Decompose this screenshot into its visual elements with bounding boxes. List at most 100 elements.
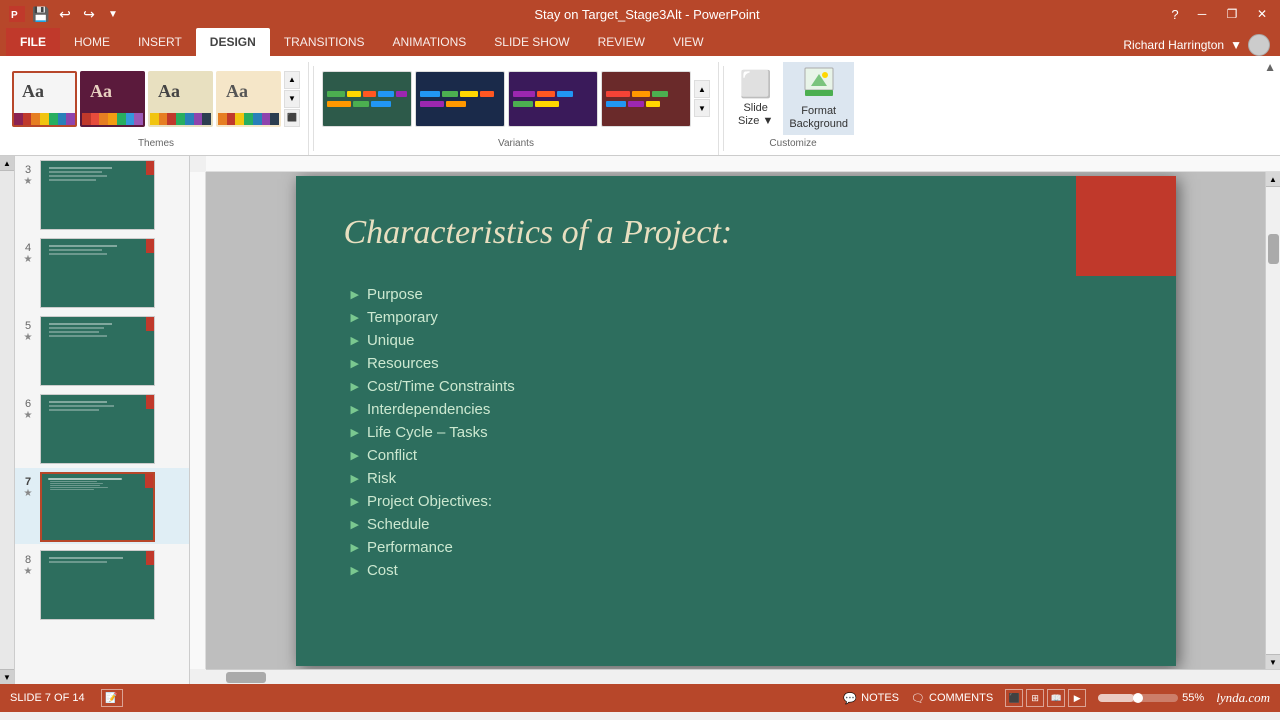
theme-scroll-down[interactable]: ▼ — [284, 90, 300, 108]
restore-button[interactable]: ❐ — [1218, 0, 1246, 28]
customize-quick-access-icon[interactable]: ▼ — [102, 3, 124, 25]
canvas-area: Characteristics of a Project: ▶ Purpose … — [190, 156, 1280, 684]
normal-view-btn[interactable]: ⬛ — [1005, 689, 1023, 707]
slide-num-4: 4 — [25, 242, 31, 254]
right-scrollbar: ▲ ▼ — [1265, 172, 1280, 669]
slide-num-5: 5 — [25, 320, 31, 332]
theme-thumb-4[interactable]: Aa — [216, 71, 281, 127]
tab-animations[interactable]: ANIMATIONS — [378, 28, 480, 56]
variant-thumb-1[interactable] — [322, 71, 412, 127]
reading-view-btn[interactable]: 📖 — [1047, 689, 1065, 707]
slide-star-3: ★ — [24, 176, 33, 187]
slide-star-8: ★ — [24, 566, 33, 577]
slide-preview-8 — [40, 550, 155, 620]
main-area: ▲ ▼ 3 ★ 4 ★ — [0, 156, 1280, 684]
theme-scroll-up[interactable]: ▲ — [284, 71, 300, 89]
tab-file[interactable]: FILE — [6, 28, 60, 56]
bullet-interdependencies: ▶ Interdependencies — [351, 401, 515, 418]
ribbon-collapse-button[interactable]: ▲ — [1264, 60, 1276, 74]
slide-counter: SLIDE 7 OF 14 — [10, 692, 85, 704]
tab-slideshow[interactable]: SLIDE SHOW — [480, 28, 583, 56]
tab-transitions[interactable]: TRANSITIONS — [270, 28, 379, 56]
minimize-button[interactable]: ─ — [1188, 0, 1216, 28]
user-name: Richard Harrington — [1123, 38, 1224, 52]
format-background-button[interactable]: FormatBackground — [783, 62, 854, 135]
slides-panel-left-scroll: ▲ ▼ — [0, 156, 15, 684]
scroll-down-btn[interactable]: ▼ — [0, 669, 14, 684]
zoom-slider[interactable] — [1098, 694, 1178, 702]
bottom-scrollbar — [206, 669, 1280, 684]
slide-thumb-5[interactable]: 5 ★ — [15, 312, 189, 388]
right-scroll-thumb[interactable] — [1268, 234, 1279, 264]
slide-num-3: 3 — [25, 164, 31, 176]
slide-star-6: ★ — [24, 410, 33, 421]
slideshow-view-btn[interactable]: ▶ — [1068, 689, 1086, 707]
slide-thumb-7[interactable]: 7 ★ — [15, 468, 189, 544]
variants-group-label: Variants — [322, 135, 710, 151]
user-avatar[interactable] — [1248, 34, 1270, 56]
slide-sorter-btn[interactable]: ⊞ — [1026, 689, 1044, 707]
variant-scroll-arrows: ▲ ▼ — [694, 80, 710, 117]
slide-thumb-8[interactable]: 8 ★ — [15, 546, 189, 622]
theme-thumb-3[interactable]: Aa — [148, 71, 213, 127]
customize-group-label: Customize — [732, 135, 854, 151]
slide-bullets: ▶ Purpose ▶ Temporary ▶ Unique ▶ — [351, 286, 515, 585]
tab-view[interactable]: VIEW — [659, 28, 718, 56]
format-background-icon — [803, 66, 835, 103]
slide-num-8: 8 — [25, 554, 31, 566]
slide-num-7: 7 — [25, 476, 31, 488]
tab-home[interactable]: HOME — [60, 28, 124, 56]
tab-insert[interactable]: INSERT — [124, 28, 196, 56]
theme-thumb-2[interactable]: Aa — [80, 71, 145, 127]
notes-button[interactable]: 💬 NOTES — [843, 692, 899, 705]
close-button[interactable]: ✕ — [1248, 0, 1276, 28]
slide-canvas[interactable]: Characteristics of a Project: ▶ Purpose … — [296, 176, 1176, 666]
slide-size-button[interactable]: ⬜ SlideSize ▼ — [732, 65, 779, 132]
right-scroll-down[interactable]: ▼ — [1266, 654, 1280, 669]
themes-group-label: Themes — [12, 135, 300, 151]
format-background-label: FormatBackground — [789, 105, 848, 131]
variant-thumb-4[interactable] — [601, 71, 691, 127]
variant-scroll-up[interactable]: ▲ — [694, 80, 710, 98]
slide-preview-7 — [40, 472, 155, 542]
zoom-thumb[interactable] — [1133, 693, 1143, 703]
bottom-scroll-thumb[interactable] — [226, 672, 266, 683]
notes-view-icon[interactable]: 📝 — [101, 689, 123, 707]
vertical-ruler — [190, 172, 206, 669]
ribbon-tabs: FILE HOME INSERT DESIGN TRANSITIONS ANIM… — [0, 28, 1280, 56]
title-bar: P 💾 ↩ ↪ ▼ Stay on Target_Stage3Alt - Pow… — [0, 0, 1280, 28]
tab-design[interactable]: DESIGN — [196, 28, 270, 56]
redo-icon[interactable]: ↪ — [78, 3, 100, 25]
comments-label: COMMENTS — [929, 692, 993, 704]
save-icon[interactable]: 💾 — [30, 3, 52, 25]
right-scroll-up[interactable]: ▲ — [1266, 172, 1280, 187]
undo-icon[interactable]: ↩ — [54, 3, 76, 25]
comments-button[interactable]: 🗨 COMMENTS — [911, 692, 993, 705]
customize-group: ⬜ SlideSize ▼ FormatBackground Customize — [728, 62, 862, 155]
slides-panel: 3 ★ 4 ★ — [15, 156, 190, 684]
tab-review[interactable]: REVIEW — [584, 28, 659, 56]
window-title: Stay on Target_Stage3Alt - PowerPoint — [130, 7, 1164, 22]
slide-red-accent — [1076, 176, 1176, 276]
bullet-cost: ▶ Cost — [351, 562, 515, 579]
slide-preview-5 — [40, 316, 155, 386]
variants-group: ▲ ▼ Variants — [318, 62, 719, 155]
variant-thumb-3[interactable] — [508, 71, 598, 127]
help-icon[interactable]: ? — [1164, 3, 1186, 25]
scroll-up-btn[interactable]: ▲ — [0, 156, 14, 171]
theme-thumb-1[interactable]: Aa — [12, 71, 77, 127]
slide-thumb-3[interactable]: 3 ★ — [15, 156, 189, 232]
view-buttons: ⬛ ⊞ 📖 ▶ — [1005, 689, 1086, 707]
notes-label: NOTES — [861, 692, 899, 704]
slide-viewing-area[interactable]: Characteristics of a Project: ▶ Purpose … — [206, 172, 1265, 669]
bullet-cost-time: ▶ Cost/Time Constraints — [351, 378, 515, 395]
bullet-schedule: ▶ Schedule — [351, 516, 515, 533]
theme-scroll-all[interactable]: ⬛ — [284, 109, 300, 127]
app-icon: P — [6, 3, 28, 25]
variant-scroll-down[interactable]: ▼ — [694, 99, 710, 117]
variant-thumb-2[interactable] — [415, 71, 505, 127]
user-section: Richard Harrington ▼ — [1113, 34, 1280, 56]
slide-preview-4 — [40, 238, 155, 308]
slide-thumb-4[interactable]: 4 ★ — [15, 234, 189, 310]
slide-thumb-6[interactable]: 6 ★ — [15, 390, 189, 466]
